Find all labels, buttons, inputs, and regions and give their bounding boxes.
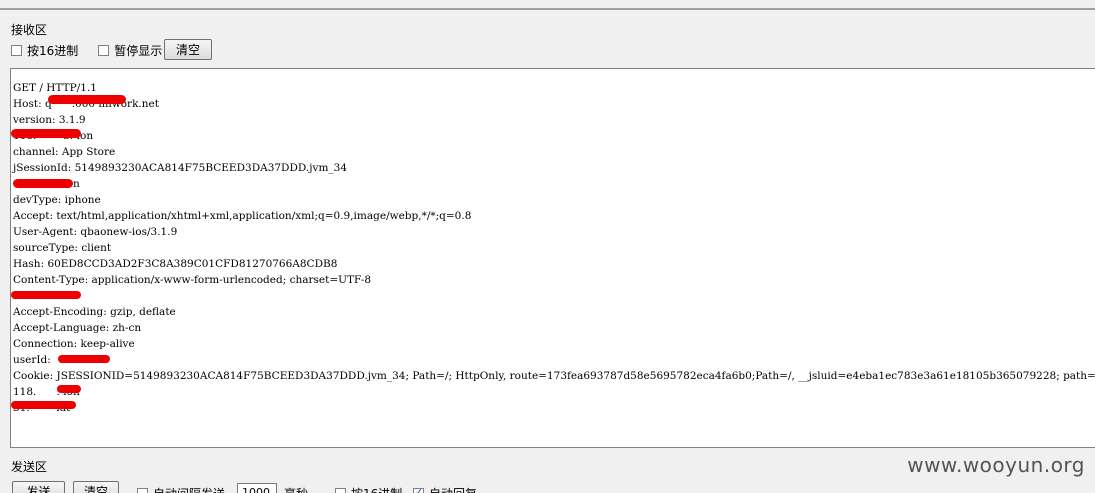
received-line: Content-Type: application/x-www-form-url…	[13, 274, 372, 286]
watermark: www.wooyun.org	[907, 453, 1085, 477]
auto-reply-checkbox[interactable]	[413, 486, 424, 493]
send-hex-option: 按16进制	[335, 485, 402, 493]
receive-options: 按16进制 暂停显示	[11, 42, 182, 59]
receive-hex-label: 按16进制	[27, 44, 79, 58]
auto-interval-option: 自动间隔发送	[137, 485, 225, 493]
auto-reply-option: 自动回复	[413, 485, 477, 493]
send-clear-button[interactable]: 清空	[73, 481, 119, 493]
send-section-label: 发送区	[11, 460, 48, 474]
auto-interval-label: 自动间隔发送	[153, 485, 225, 493]
received-line: Hash: 60ED8CCD3AD2F3C8A389C01CFD81270766…	[13, 258, 338, 270]
receive-section-label: 接收区	[11, 23, 48, 37]
received-line: Cookie: JSESSIONID=5149893230ACA814F75BC…	[13, 370, 1095, 382]
received-line: jSessionId: 5149893230ACA814F75BCEED3DA3…	[13, 162, 348, 174]
redaction-mark	[48, 95, 126, 104]
pause-display-label: 暂停显示	[114, 44, 163, 58]
redaction-mark	[13, 179, 73, 188]
pause-display-checkbox[interactable]	[98, 45, 110, 56]
interval-input[interactable]: 1000	[237, 483, 277, 493]
redaction-mark	[58, 355, 110, 363]
ms-label: 毫秒	[284, 485, 308, 493]
received-line: Connection: keep-alive	[13, 338, 135, 350]
received-line: Accept-Encoding: gzip, deflate	[13, 306, 176, 318]
received-line: sourceType: client	[13, 242, 112, 254]
redaction-mark	[57, 385, 81, 393]
received-line: GET / HTTP/1.1	[13, 82, 97, 94]
received-line: Accept-Language: zh-cn	[13, 322, 142, 334]
received-line: devType: iphone	[13, 194, 101, 206]
redaction-mark	[11, 401, 76, 409]
top-divider	[0, 8, 1095, 10]
send-hex-checkbox[interactable]	[335, 488, 346, 493]
received-line: userId:	[13, 354, 51, 366]
received-line: User-Agent: qbaonew-ios/3.1.9	[13, 226, 178, 238]
receive-hex-checkbox[interactable]	[11, 45, 22, 56]
receive-text-area[interactable]: GET / HTTP/1.1 Host: q .000 imwork.net ver…	[10, 68, 1095, 448]
receive-clear-button[interactable]: 清空	[164, 39, 212, 60]
send-hex-label: 按16进制	[351, 485, 402, 493]
auto-interval-checkbox[interactable]	[137, 488, 148, 493]
received-line: channel: App Store	[13, 146, 116, 158]
redaction-mark	[11, 129, 81, 138]
redaction-mark	[11, 291, 81, 299]
send-button[interactable]: 发送	[12, 481, 65, 493]
send-toolbar: 发送 清空 自动间隔发送 1000 毫秒 按16进制 自动回复	[0, 481, 1095, 493]
auto-reply-label: 自动回复	[429, 485, 477, 493]
received-line: Accept: text/html,application/xhtml+xml,…	[13, 210, 472, 222]
received-line: version: 3.1.9	[13, 114, 86, 126]
